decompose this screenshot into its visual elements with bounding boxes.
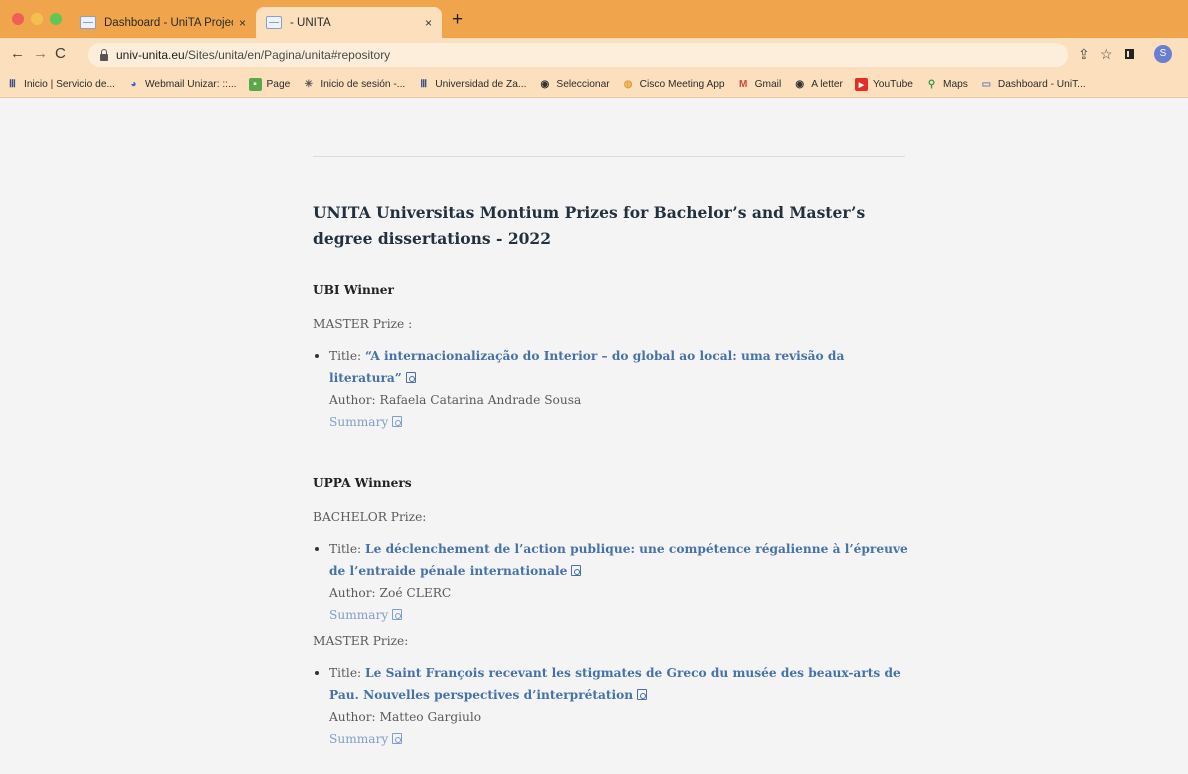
title-prefix: Title: — [329, 542, 366, 556]
university-icon: Ⅲ — [420, 79, 428, 90]
side-panel-icon[interactable] — [1125, 49, 1134, 59]
section-ubi: UBI Winner MASTER Prize : Title: “A inte… — [313, 283, 913, 433]
section-uppa: UPPA Winners BACHELOR Prize: Title: Le d… — [313, 476, 913, 750]
bookmark-item[interactable]: ◉ A letter — [793, 78, 843, 91]
bookmark-item[interactable]: ⚲ Maps — [925, 78, 968, 91]
youtube-icon: ▶ — [854, 78, 868, 91]
bookmark-item[interactable]: Ⅲ Universidad de Za... — [417, 78, 526, 91]
page-title: UNITA Universitas Montium Prizes for Bac… — [313, 203, 866, 248]
page-icon: ▪ — [248, 78, 262, 91]
back-arrow-icon[interactable]: ← — [10, 45, 25, 62]
tab-title: - UNITA — [290, 16, 331, 29]
gmail-icon: M — [738, 79, 748, 90]
bookmark-item[interactable]: Ⅲ Inicio | Servicio de... — [6, 78, 115, 91]
tab-title: Dashboard - UniTA Project Dat — [104, 16, 233, 29]
dashboard-icon — [266, 16, 282, 29]
author-text: Author: Zoé CLERC — [329, 586, 452, 600]
pdf-icon — [392, 416, 403, 427]
dissertation-title-link[interactable]: Le Saint François recevant les stigmates… — [329, 666, 901, 702]
bookmark-star-icon[interactable]: ☆ — [1100, 46, 1113, 63]
profile-avatar[interactable]: S — [1154, 45, 1172, 63]
summary-link[interactable]: Summary — [329, 732, 403, 746]
list-item: Title: Le Saint François recevant les st… — [315, 662, 913, 750]
summary-link[interactable]: Summary — [329, 415, 403, 429]
dissertation-title-link[interactable]: Le déclenchement de l’action publique: u… — [329, 542, 908, 578]
dissertation-title-link[interactable]: “A internacionalização do Interior – do … — [329, 349, 844, 385]
dashboard-icon: ▭ — [981, 79, 992, 90]
bookmark-item[interactable]: ▪ Page — [248, 78, 290, 91]
prize-list: Title: Le déclenchement de l’action publ… — [313, 538, 913, 626]
bookmark-item[interactable]: ▶ YouTube — [854, 78, 913, 91]
pdf-icon — [637, 689, 648, 700]
browser-toolbar: ← → C univ-unita.eu/Sites/unita/en/Pagin… — [0, 38, 1188, 72]
forward-arrow-icon[interactable]: → — [33, 45, 48, 62]
login-icon: ✳ — [304, 79, 313, 90]
university-icon: Ⅲ — [9, 79, 16, 90]
divider — [313, 156, 905, 157]
pdf-icon — [405, 372, 416, 383]
cisco-icon: ◍ — [623, 79, 633, 90]
section-heading: UPPA Winners — [313, 476, 412, 490]
pdf-icon — [392, 609, 403, 620]
globe-icon: ◉ — [540, 79, 550, 90]
prize-label: MASTER Prize : — [313, 317, 413, 331]
pdf-icon — [392, 733, 403, 744]
address-bar[interactable]: univ-unita.eu/Sites/unita/en/Pagina/unit… — [88, 43, 1068, 67]
lock-icon — [100, 48, 108, 61]
tab-close-icon[interactable]: × — [425, 16, 432, 30]
title-prefix: Title: — [329, 666, 366, 680]
new-tab-button[interactable]: + — [452, 9, 463, 31]
maps-icon: ⚲ — [927, 79, 936, 90]
list-item: Title: Le déclenchement de l’action publ… — [315, 538, 913, 626]
prize-label: BACHELOR Prize: — [313, 510, 427, 524]
bookmarks-bar: Ⅲ Inicio | Servicio de... ◕ Webmail Unizar… — [0, 72, 1188, 98]
dashboard-icon — [80, 16, 96, 29]
section-heading: UBI Winner — [313, 283, 394, 297]
prize-list: Title: Le Saint François recevant les st… — [313, 662, 913, 750]
prize-label: MASTER Prize: — [313, 634, 409, 648]
page-content[interactable]: UNITA Universitas Montium Prizes for Bac… — [0, 99, 1188, 774]
bookmark-item[interactable]: ✳ Inicio de sesión -... — [302, 78, 406, 91]
window-maximize-button[interactable] — [50, 13, 62, 25]
prize-list: Title: “A internacionalização do Interio… — [313, 345, 913, 433]
tab-unita[interactable]: - UNITA × — [256, 7, 442, 38]
browser-window: Dashboard - UniTA Project Dat × - UNITA … — [0, 0, 1188, 774]
globe-icon: ◉ — [795, 79, 805, 90]
url-text: univ-unita.eu/Sites/unita/en/Pagina/unit… — [116, 48, 391, 62]
author-text: Author: Matteo Gargiulo — [329, 710, 482, 724]
bookmark-item[interactable]: ◍ Cisco Meeting App — [622, 78, 725, 91]
title-prefix: Title: — [329, 349, 366, 363]
share-icon[interactable]: ⇪ — [1078, 46, 1090, 63]
bookmark-item[interactable]: ◉ Seleccionar — [538, 78, 610, 91]
bookmark-item[interactable]: ▭ Dashboard - UniT... — [980, 78, 1086, 91]
pdf-icon — [571, 565, 582, 576]
bookmark-item[interactable]: M Gmail — [737, 78, 781, 91]
reload-icon[interactable]: C — [55, 45, 66, 62]
window-minimize-button[interactable] — [31, 13, 43, 25]
tab-dashboard[interactable]: Dashboard - UniTA Project Dat × — [70, 7, 256, 38]
window-close-button[interactable] — [12, 13, 24, 25]
bookmark-item[interactable]: ◕ Webmail Unizar: ::... — [127, 78, 236, 91]
author-text: Author: Rafaela Catarina Andrade Sousa — [329, 393, 582, 407]
webmail-icon: ◕ — [130, 79, 137, 90]
article: UNITA Universitas Montium Prizes for Bac… — [313, 200, 913, 750]
summary-link[interactable]: Summary — [329, 608, 403, 622]
tab-close-icon[interactable]: × — [239, 16, 246, 30]
tab-strip: Dashboard - UniTA Project Dat × - UNITA … — [0, 0, 1188, 38]
list-item: Title: “A internacionalização do Interio… — [315, 345, 913, 433]
